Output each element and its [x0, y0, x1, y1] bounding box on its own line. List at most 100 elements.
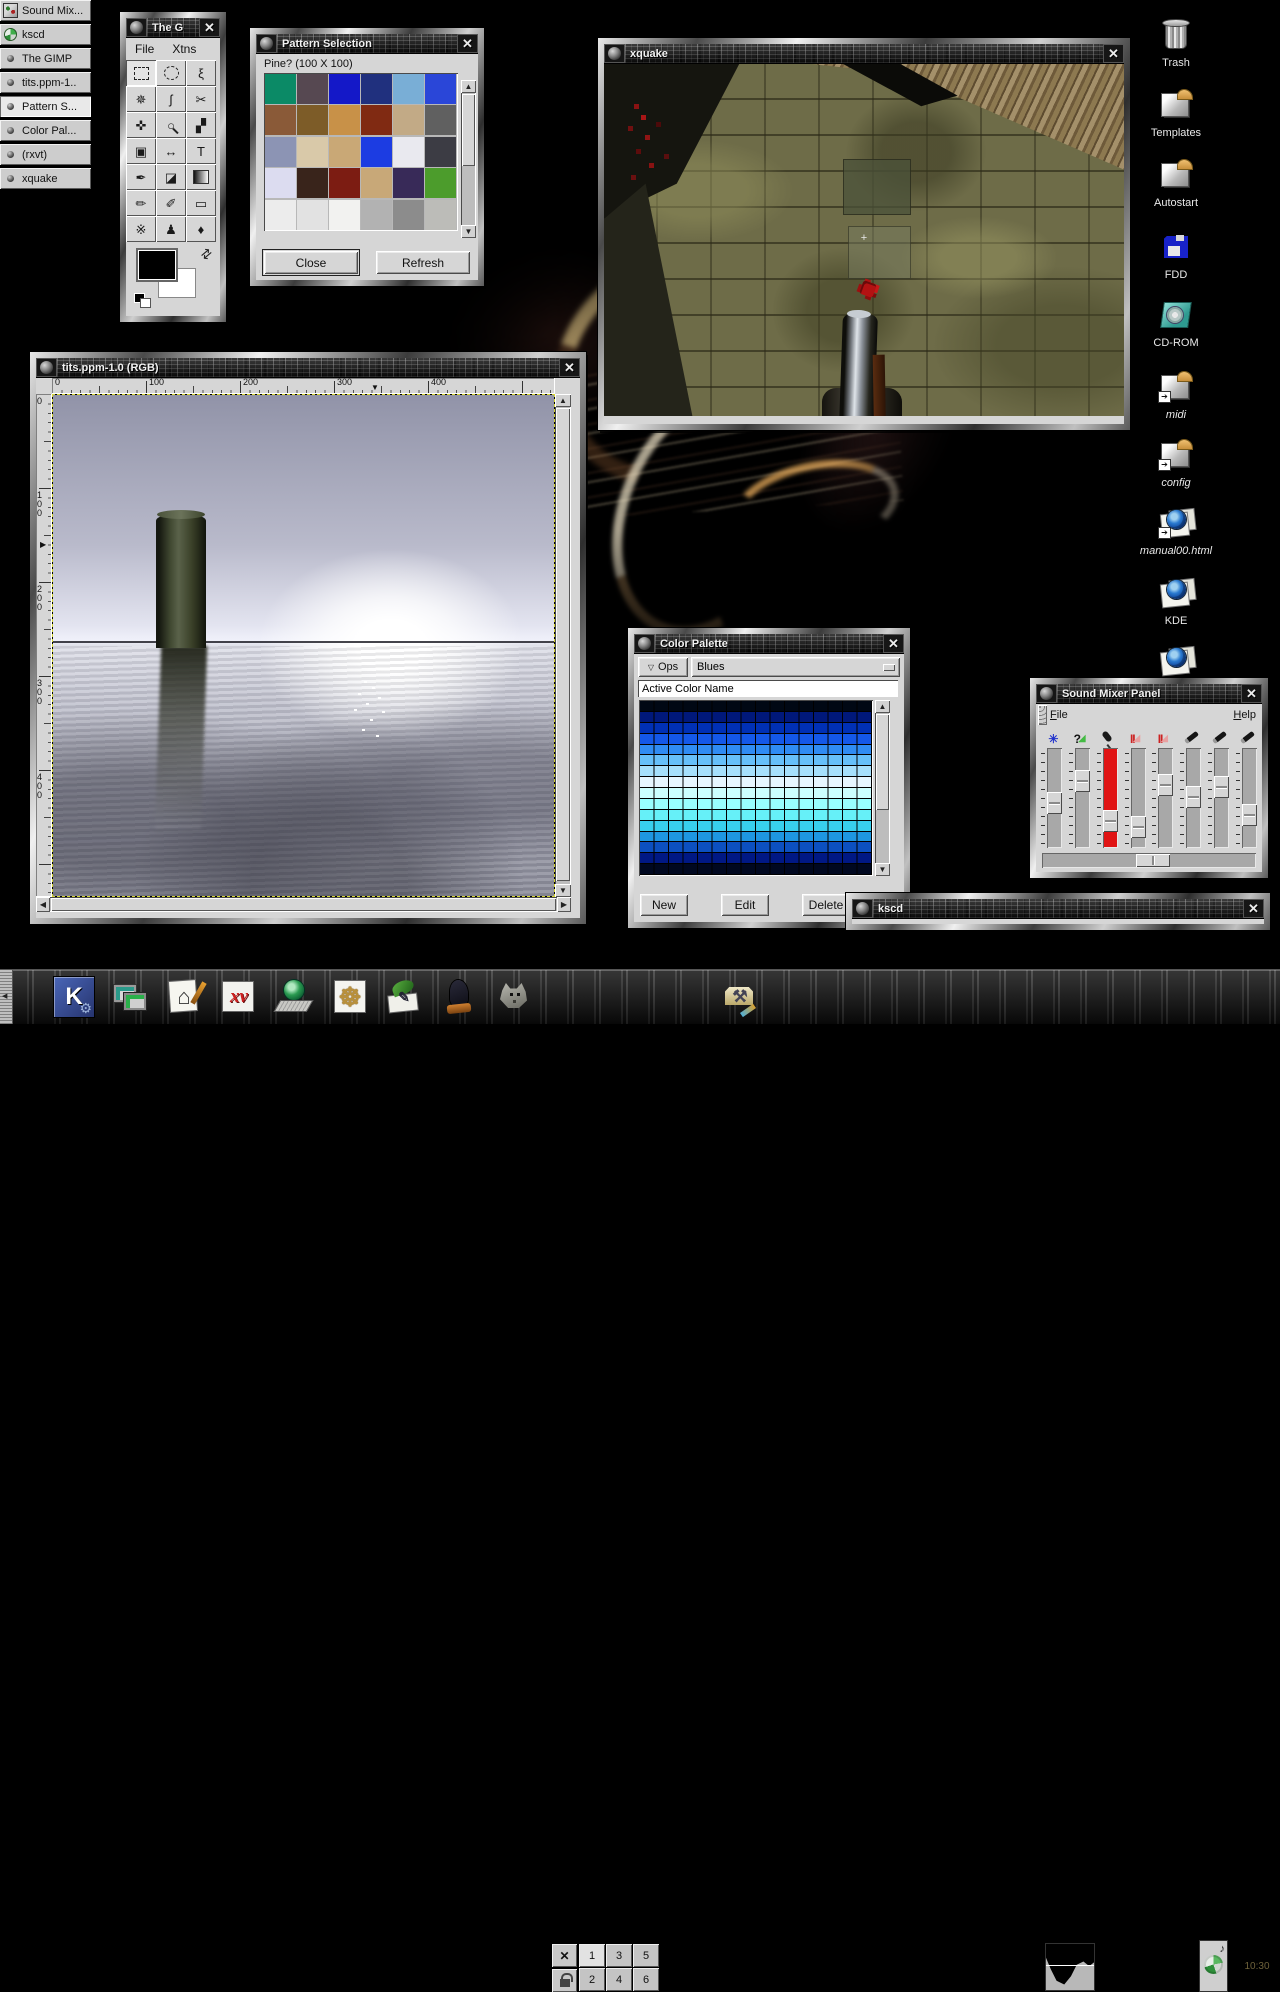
foreground-color-swatch[interactable] [138, 250, 176, 280]
vertical-scrollbar[interactable]: ▲ ▼ [555, 394, 571, 897]
palette-color-row[interactable] [640, 734, 872, 745]
scrollbar-thumb[interactable] [462, 94, 475, 166]
pattern-swatch[interactable] [297, 137, 328, 167]
menu-help[interactable]: Help [1233, 709, 1256, 721]
default-colors-icon[interactable] [134, 293, 150, 307]
scroll-up-icon[interactable]: ▲ [461, 80, 476, 93]
taskbar-launcher[interactable]: xv [219, 977, 259, 1017]
tool-button[interactable]: ✜ [126, 112, 156, 138]
palette-scrollbar[interactable]: ▲ ▼ [875, 700, 890, 876]
scroll-up-icon[interactable]: ▲ [875, 700, 890, 713]
window-menu-icon[interactable] [604, 44, 625, 63]
pager-desktop-button[interactable]: 2 [579, 1968, 605, 1991]
close-icon[interactable]: ✕ [559, 358, 580, 377]
tool-button[interactable] [156, 60, 186, 86]
tool-button[interactable]: ○ [156, 112, 186, 138]
panel-hide-button[interactable] [0, 970, 13, 1024]
palette-color-row[interactable] [640, 864, 872, 875]
pattern-swatch[interactable] [361, 200, 392, 230]
taskbar-launcher[interactable]: ⚒ [720, 977, 760, 1017]
pattern-swatch[interactable] [425, 168, 456, 198]
pattern-swatch[interactable] [265, 105, 296, 135]
pager-desktop-button[interactable]: 6 [633, 1968, 659, 1991]
tool-button[interactable]: ※ [126, 216, 156, 242]
palette-color-row[interactable] [640, 842, 872, 853]
kscd-titlebar[interactable]: kscd ✕ [852, 899, 1264, 919]
window-list-item[interactable]: tits.ppm-1.. [0, 72, 91, 93]
scrollbar-thumb[interactable] [51, 898, 556, 911]
clock-applet[interactable]: 10:30 [1236, 1942, 1278, 1991]
taskbar-launcher[interactable] [110, 977, 150, 1017]
tool-button[interactable]: ξ [186, 60, 216, 86]
palette-select[interactable]: Blues [691, 657, 900, 677]
pager-close-button[interactable]: ✕ [552, 1944, 577, 1967]
edit-button[interactable]: Edit [721, 894, 769, 916]
pattern-swatch[interactable] [361, 105, 392, 135]
pattern-swatch[interactable] [361, 74, 392, 104]
pattern-scrollbar[interactable]: ▲ ▼ [461, 80, 476, 238]
desktop-icon[interactable]: ➔ Templates [1136, 88, 1216, 139]
menu-xtns[interactable]: Xtns [163, 42, 205, 56]
balance-slider[interactable] [1042, 853, 1256, 868]
menubar-grip[interactable] [1038, 705, 1047, 725]
tool-button[interactable]: ʃ [156, 86, 186, 112]
pattern-swatch[interactable] [425, 137, 456, 167]
pager-desktop-button[interactable]: 1 [579, 1944, 605, 1967]
mixer-titlebar[interactable]: Sound Mixer Panel ✕ [1036, 684, 1262, 704]
scrollbar-thumb[interactable] [556, 408, 570, 881]
pager-desktop-button[interactable]: 5 [633, 1944, 659, 1967]
balance-thumb[interactable] [1136, 854, 1170, 867]
palette-color-row[interactable] [640, 810, 872, 821]
load-meter-applet[interactable] [1046, 1944, 1094, 1990]
palette-color-row[interactable] [640, 777, 872, 788]
image-titlebar[interactable]: tits.ppm-1.0 (RGB) ✕ [36, 358, 580, 378]
window-list-item[interactable]: The GIMP [0, 48, 91, 69]
tool-button[interactable] [126, 60, 156, 86]
desktop-icon[interactable]: ➔ FDD [1136, 230, 1216, 281]
tool-button[interactable]: ✏ [126, 190, 156, 216]
image-canvas[interactable] [52, 394, 555, 897]
volume-slider[interactable] [1047, 748, 1062, 848]
pattern-swatch[interactable] [297, 74, 328, 104]
slider-thumb[interactable] [1158, 774, 1173, 796]
window-list-item[interactable]: kscd [0, 24, 91, 45]
tool-button[interactable]: ▞ [186, 112, 216, 138]
window-list-item[interactable]: Sound Mix... [0, 0, 91, 21]
pattern-swatch[interactable] [297, 200, 328, 230]
tool-button[interactable]: ✂ [186, 86, 216, 112]
slider-thumb[interactable] [1075, 770, 1090, 792]
kscd-dock-icon[interactable] [1200, 1941, 1227, 1991]
tool-button[interactable]: ↔ [156, 138, 186, 164]
window-menu-icon[interactable] [36, 358, 57, 377]
pattern-swatch[interactable] [297, 105, 328, 135]
window-menu-icon[interactable] [1036, 684, 1057, 703]
swap-colors-icon[interactable]: ⇄ [197, 244, 216, 263]
scrollbar-thumb[interactable] [876, 714, 889, 810]
pattern-swatch[interactable] [393, 74, 424, 104]
desktop-icon[interactable]: ➔ Trash [1136, 18, 1216, 69]
taskbar-launcher[interactable] [440, 977, 480, 1017]
pattern-swatch[interactable] [361, 168, 392, 198]
palette-color-row[interactable] [640, 723, 872, 734]
window-list-item[interactable]: xquake [0, 168, 91, 189]
taskbar-launcher[interactable]: ⌂ [164, 977, 204, 1017]
desktop-icon[interactable]: ➔ Autostart [1136, 158, 1216, 209]
pattern-swatch[interactable] [425, 74, 456, 104]
tool-button[interactable]: T [186, 138, 216, 164]
desktop-icon[interactable]: ➔ midi [1136, 370, 1216, 421]
scroll-down-icon[interactable]: ▼ [461, 225, 476, 238]
volume-slider[interactable] [1075, 748, 1090, 848]
new-button[interactable]: New [640, 894, 688, 916]
palette-color-row[interactable] [640, 799, 872, 810]
window-menu-icon[interactable] [634, 634, 655, 653]
pattern-swatch[interactable] [425, 200, 456, 230]
pager-desktop-button[interactable]: 3 [606, 1944, 632, 1967]
pager-lock-button[interactable] [552, 1969, 577, 1992]
desktop-icon[interactable]: ➔ KDE [1136, 576, 1216, 627]
pattern-swatch[interactable] [265, 200, 296, 230]
close-icon[interactable]: ✕ [1103, 44, 1124, 63]
window-list-item[interactable]: (rxvt) [0, 144, 91, 165]
volume-slider[interactable] [1103, 748, 1118, 848]
desktop-icon[interactable]: ➔ [1136, 644, 1216, 681]
toolbox-titlebar[interactable]: The G ✕ [126, 18, 220, 38]
